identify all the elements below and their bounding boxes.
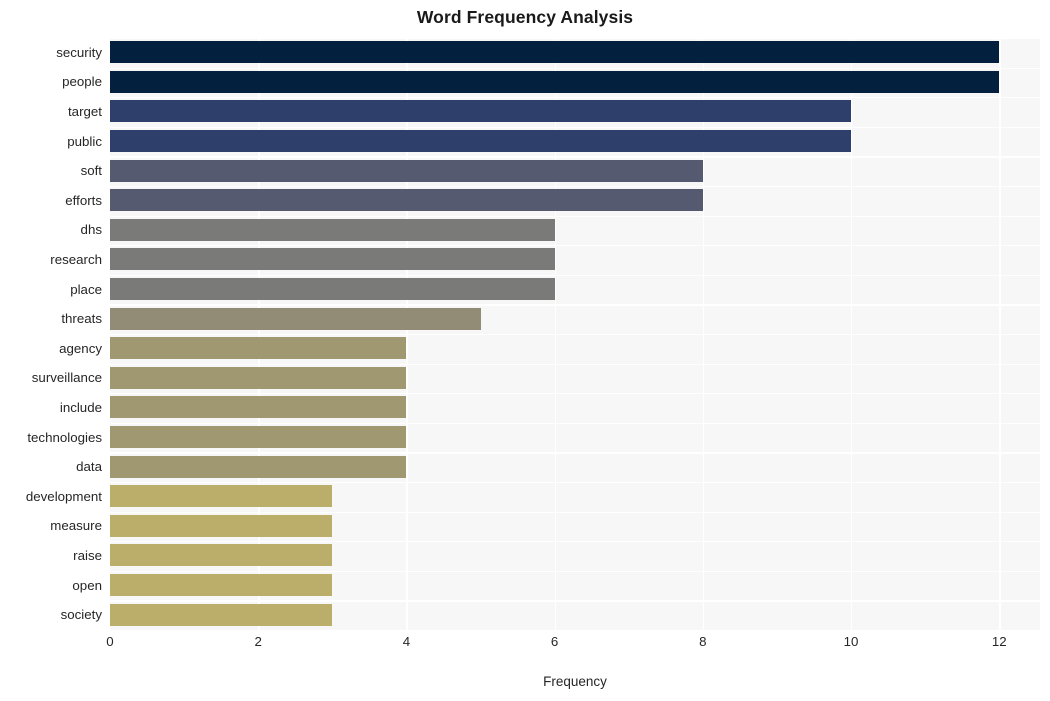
bar-row	[110, 127, 1040, 157]
bar-soft[interactable]	[110, 159, 703, 182]
bar-row	[110, 186, 1040, 216]
x-tick-label-6: 6	[550, 634, 559, 649]
bar-open[interactable]	[110, 573, 333, 596]
bar-row	[110, 245, 1040, 275]
bar-measure[interactable]	[110, 514, 333, 537]
bar-security[interactable]	[110, 41, 1000, 64]
bar-row	[110, 97, 1040, 127]
bar-row	[110, 452, 1040, 482]
x-tick-label-12: 12	[991, 634, 1007, 649]
x-tick-label-0: 0	[106, 634, 114, 649]
x-axis-label: Frequency	[543, 674, 607, 689]
y-tick-label-measure: measure	[50, 518, 102, 534]
y-tick-label-include: include	[59, 400, 102, 415]
bar-row	[110, 334, 1040, 364]
bar-threats[interactable]	[110, 307, 481, 330]
bar-row	[110, 393, 1040, 423]
word-frequency-chart: Word Frequency Analysis security people ta…	[0, 0, 1050, 701]
y-tick-label-society: society	[60, 607, 102, 623]
bar-place[interactable]	[110, 277, 555, 300]
bar-agency[interactable]	[110, 337, 407, 360]
bar-row	[110, 216, 1040, 246]
y-tick-label-open: open	[72, 577, 102, 593]
bar-row	[110, 275, 1040, 305]
y-tick-label-surveillance: surveillance	[31, 370, 102, 386]
y-tick-label-technologies: technologies	[27, 429, 102, 445]
bar-data[interactable]	[110, 455, 407, 478]
bar-society[interactable]	[110, 603, 333, 626]
bar-row	[110, 304, 1040, 334]
bar-row	[110, 512, 1040, 542]
bar-row	[110, 38, 1040, 68]
y-tick-label-data: data	[76, 459, 102, 475]
y-tick-label-research: research	[50, 252, 102, 267]
x-tick-label-10: 10	[843, 634, 859, 649]
bar-row	[110, 571, 1040, 601]
bar-raise[interactable]	[110, 544, 333, 567]
y-tick-label-agency: agency	[59, 340, 102, 356]
y-tick-label-target: target	[67, 104, 102, 119]
y-tick-label-efforts: efforts	[65, 192, 102, 208]
bar-row	[110, 600, 1040, 630]
bar-public[interactable]	[110, 129, 852, 152]
x-tick-label-4: 4	[402, 634, 411, 649]
bar-row	[110, 364, 1040, 394]
y-tick-label-public: public	[67, 133, 102, 149]
x-axis-tick-labels: 0 2 4 6 8 10 12	[0, 634, 1050, 658]
bar-efforts[interactable]	[110, 189, 703, 212]
y-tick-label-dhs: dhs	[80, 222, 102, 238]
bar-development[interactable]	[110, 485, 333, 508]
bar-technologies[interactable]	[110, 425, 407, 448]
y-gridline	[110, 630, 1040, 632]
y-tick-label-threats: threats	[61, 311, 102, 327]
chart-title: Word Frequency Analysis	[416, 7, 634, 27]
bar-row	[110, 423, 1040, 453]
y-tick-label-development: development	[25, 488, 102, 504]
bar-row	[110, 156, 1040, 186]
y-tick-label-security: security	[56, 44, 102, 60]
x-tick-label-2: 2	[254, 634, 262, 649]
bar-row	[110, 68, 1040, 98]
plot-area	[110, 38, 1040, 632]
x-tick-label-8: 8	[699, 634, 707, 649]
y-tick-label-soft: soft	[80, 163, 102, 179]
bar-people[interactable]	[110, 70, 1000, 93]
y-tick-label-raise: raise	[73, 548, 102, 563]
bar-research[interactable]	[110, 248, 555, 271]
bar-surveillance[interactable]	[110, 366, 407, 389]
bar-target[interactable]	[110, 100, 852, 123]
y-axis-tick-labels: security people target public soft efforts dhs…	[0, 38, 102, 630]
bar-dhs[interactable]	[110, 218, 555, 241]
y-tick-label-people: people	[62, 74, 102, 90]
bar-row	[110, 541, 1040, 571]
bar-row	[110, 482, 1040, 512]
y-tick-label-place: place	[70, 281, 102, 297]
bar-include[interactable]	[110, 396, 407, 419]
